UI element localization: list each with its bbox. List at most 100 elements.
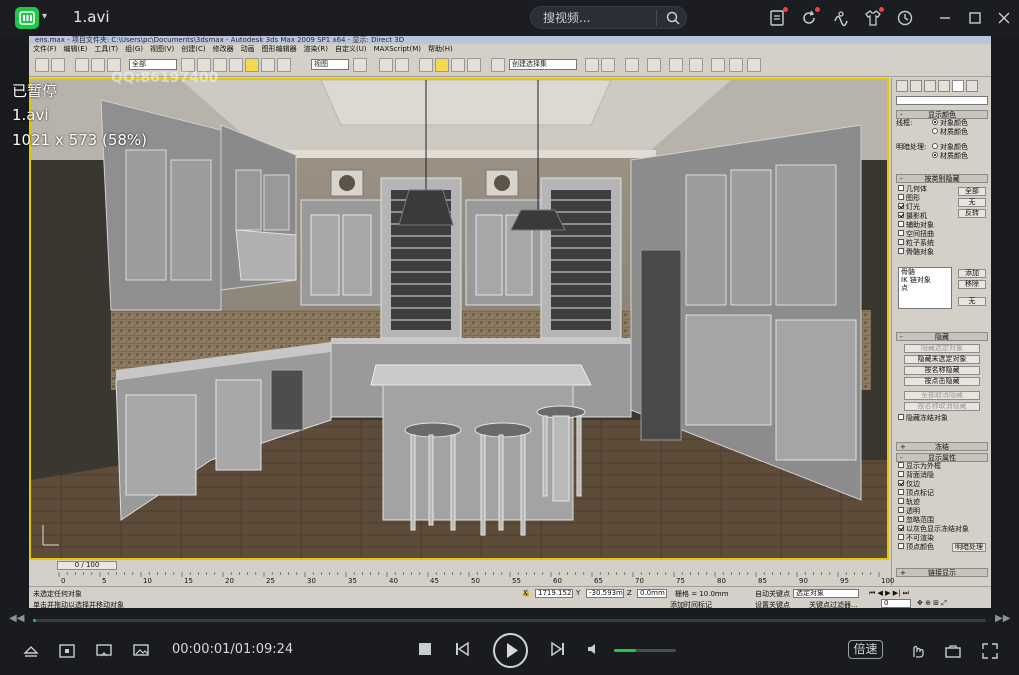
percent-snap-button[interactable] — [451, 58, 465, 72]
max-menu-item[interactable]: MAXScript(M) — [374, 45, 421, 53]
snaps-toggle-button[interactable] — [419, 58, 433, 72]
hide-header[interactable]: - 隐藏 — [896, 332, 988, 341]
display-color-header[interactable]: - 显示颜色 — [896, 110, 988, 119]
category-checkbox[interactable] — [898, 185, 904, 191]
display-property-checkbox[interactable] — [898, 462, 904, 468]
link-display-header[interactable]: + 链接显示 — [896, 568, 988, 577]
keyboard-shortcut-button[interactable] — [395, 58, 409, 72]
max-menu-item[interactable]: 修改器 — [213, 45, 234, 53]
display-properties-header[interactable]: - 显示属性 — [896, 453, 988, 462]
display-property-checkbox[interactable] — [898, 507, 904, 513]
set-key-label[interactable]: 设置关键点 — [755, 600, 790, 608]
select-rotate-button[interactable] — [261, 58, 275, 72]
list-item[interactable]: 点 — [901, 284, 951, 292]
window-crossing-button[interactable] — [229, 58, 243, 72]
max-menu-item[interactable]: 渲染(R) — [304, 45, 328, 53]
maximize-button[interactable] — [965, 8, 985, 28]
filter-listbox[interactable]: 骨骼 IK 链对象 点 — [898, 267, 952, 309]
search-icon[interactable] — [666, 11, 680, 25]
pivot-center-button[interactable] — [353, 58, 367, 72]
display-property-checkbox[interactable] — [898, 498, 904, 504]
motion-tab[interactable] — [938, 80, 950, 92]
max-menu-item[interactable]: 文件(F) — [33, 45, 57, 53]
video-search-input[interactable] — [543, 9, 653, 27]
category-checkbox[interactable] — [898, 248, 904, 254]
hide-none-button[interactable]: 无 — [958, 198, 986, 207]
category-checkbox[interactable] — [898, 221, 904, 227]
material-editor-button[interactable] — [689, 58, 703, 72]
max-menu-item[interactable]: 图形编辑器 — [262, 45, 297, 53]
y-coord-field[interactable]: -30.593m — [586, 589, 624, 598]
next-button[interactable] — [550, 641, 566, 657]
edit-named-selection-button[interactable] — [491, 58, 505, 72]
mirror-button[interactable] — [585, 58, 599, 72]
spinner-snap-button[interactable] — [467, 58, 481, 72]
object-name-field[interactable] — [896, 96, 988, 105]
reference-coord-dropdown[interactable]: 视图 — [311, 59, 349, 70]
key-filters-button[interactable]: 关键点过滤器... — [809, 600, 858, 608]
selected-set-dropdown[interactable]: 选定对象 — [793, 589, 859, 598]
stop-button[interactable] — [418, 642, 432, 656]
angle-snap-button[interactable] — [435, 58, 449, 72]
eject-button[interactable] — [22, 642, 40, 660]
display-tab[interactable] — [952, 80, 964, 92]
volume-button[interactable] — [586, 641, 602, 657]
max-menu-item[interactable]: 视图(V) — [150, 45, 174, 53]
shaded-button[interactable]: 明暗处理 — [952, 543, 986, 552]
playlist-button[interactable] — [767, 7, 788, 28]
wireframe-object-color-radio[interactable] — [932, 119, 938, 125]
volume-slider[interactable] — [614, 649, 676, 652]
none-filter-button[interactable]: 无 — [958, 297, 986, 306]
category-checkbox[interactable] — [898, 239, 904, 245]
remove-filter-button[interactable]: 移除 — [958, 280, 986, 289]
undo-button[interactable] — [35, 58, 49, 72]
shaded-object-color-radio[interactable] — [932, 143, 938, 149]
hide-by-name-button[interactable]: 按名称隐藏 — [904, 366, 980, 375]
seek-forward-icon[interactable]: ▶▶ — [995, 613, 1010, 624]
unhide-by-name-button[interactable]: 按名称取消隐藏 — [904, 402, 980, 411]
hide-frozen-checkbox[interactable] — [898, 414, 904, 420]
selection-filter-dropdown[interactable]: 全部 — [129, 59, 177, 70]
playback-controls-icon[interactable]: ⏮ ◀ ▶ ▶| ⏭ — [869, 589, 909, 598]
seek-bar[interactable] — [33, 619, 986, 622]
cast-button[interactable] — [908, 642, 926, 660]
display-property-checkbox[interactable] — [898, 525, 904, 531]
video-frame[interactable]: ens.max - 项目文件夹: C:\Users\pc\Documents\3… — [29, 36, 991, 608]
invert-button[interactable]: 反转 — [958, 209, 986, 218]
effects-button[interactable] — [831, 8, 851, 28]
unlink-button[interactable] — [91, 58, 105, 72]
display-property-checkbox[interactable] — [898, 534, 904, 540]
x-coord-field[interactable]: 1719.152m — [535, 589, 573, 598]
seek-back-icon[interactable]: ◀◀ — [9, 613, 24, 624]
display-property-checkbox[interactable] — [898, 489, 904, 495]
app-logo[interactable] — [15, 7, 39, 29]
display-property-checkbox[interactable] — [898, 480, 904, 486]
link-button[interactable] — [75, 58, 89, 72]
perspective-viewport[interactable] — [29, 78, 889, 560]
hide-unselected-button[interactable]: 隐藏未选定对象 — [904, 355, 980, 364]
sync-button[interactable] — [799, 7, 820, 28]
create-tab[interactable] — [896, 80, 908, 92]
redo-button[interactable] — [51, 58, 65, 72]
play-button[interactable] — [493, 633, 528, 668]
shaded-material-color-radio[interactable] — [932, 152, 938, 158]
category-checkbox[interactable] — [898, 203, 904, 209]
hide-all-button[interactable]: 全部 — [958, 187, 986, 196]
fullscreen-button[interactable] — [981, 642, 999, 660]
main-menu-chevron-icon[interactable]: ▾ — [42, 11, 47, 22]
freeze-header[interactable]: + 冻结 — [896, 442, 988, 451]
max-menu-item[interactable]: 自定义(U) — [335, 45, 367, 53]
max-menu-item[interactable]: 动画 — [241, 45, 255, 53]
category-checkbox[interactable] — [898, 212, 904, 218]
category-checkbox[interactable] — [898, 230, 904, 236]
render-setup-button[interactable] — [711, 58, 725, 72]
utilities-tab[interactable] — [966, 80, 978, 92]
hide-by-hit-button[interactable]: 按点击隐藏 — [904, 377, 980, 386]
quick-render-button[interactable] — [747, 58, 761, 72]
display-property-checkbox[interactable] — [898, 516, 904, 522]
named-selection-dropdown[interactable]: 创建选择集 — [509, 59, 577, 70]
add-time-tag[interactable]: 添加时间标记 — [670, 600, 712, 608]
toolbox-button[interactable] — [944, 642, 962, 660]
max-menu-item[interactable]: 组(G) — [125, 45, 143, 53]
wireframe-material-color-radio[interactable] — [932, 128, 938, 134]
